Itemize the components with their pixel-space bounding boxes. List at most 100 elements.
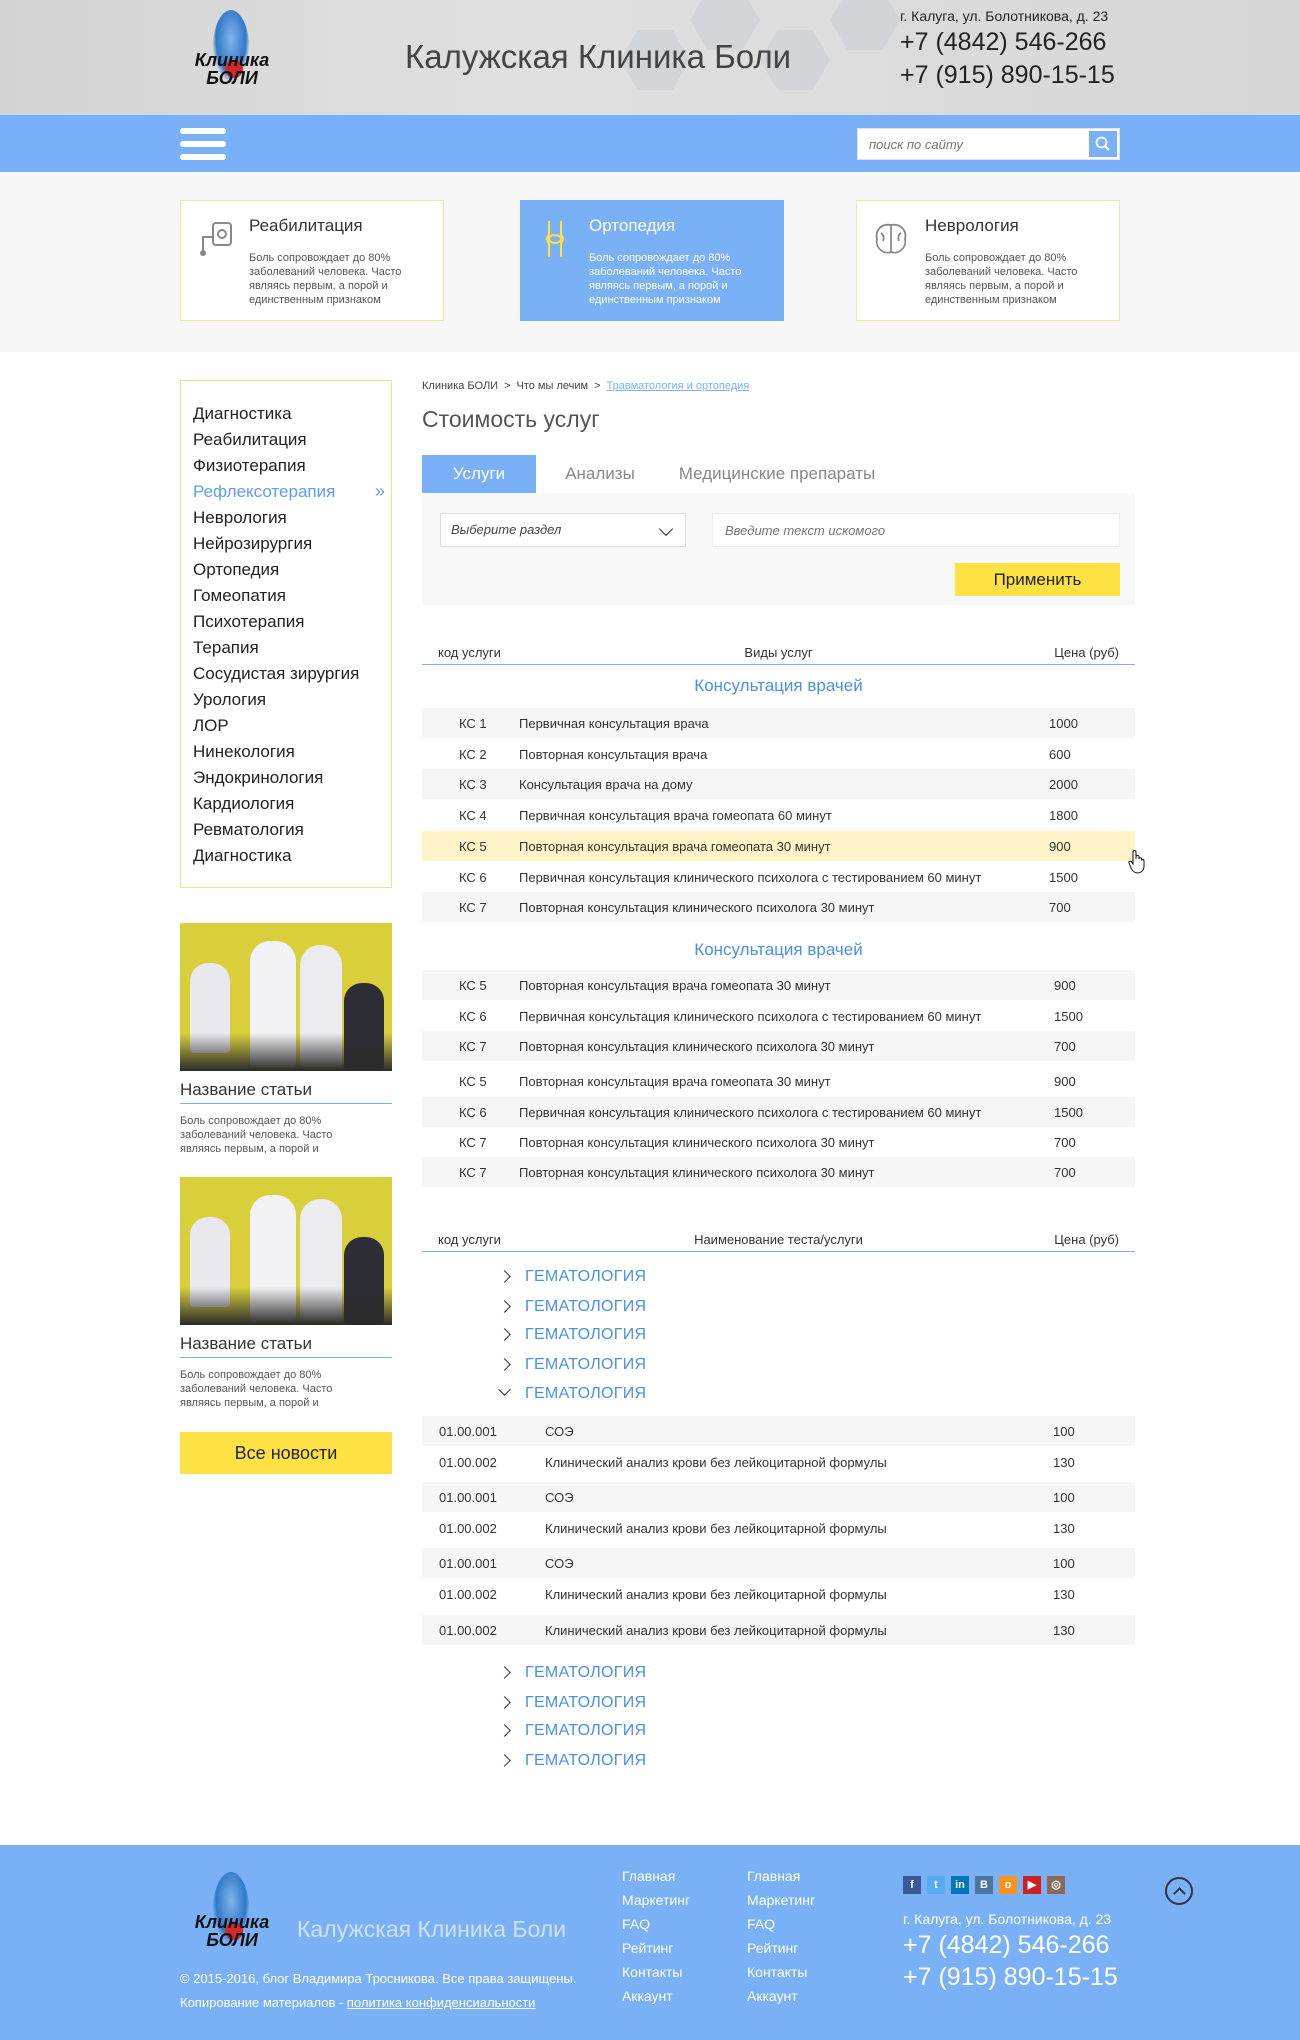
sidebar-item[interactable]: Неврология [181,505,391,531]
table-row[interactable]: 01.00.002 Клинический анализ крови без ле… [422,1447,1135,1477]
cell-name: СОЭ [545,1424,574,1439]
table-row[interactable]: КС 6 Первичная консультация клинического … [422,862,1135,892]
sidebar-item[interactable]: Урология [181,687,391,713]
odnoklassniki-icon[interactable]: о [999,1876,1017,1894]
search-input[interactable] [858,129,1088,159]
cell-price: 2000 [1049,777,1078,792]
footer-link[interactable]: FAQ [747,1916,815,1940]
sidebar-item[interactable]: Терапия [181,635,391,661]
footer-link[interactable]: Контакты [747,1964,815,1988]
sidebar-item[interactable]: Рефлексотерапия [181,478,391,505]
sidebar-item[interactable]: Диагностика [181,401,391,427]
sidebar-item[interactable]: Психотерапия [181,609,391,635]
chevron-right-icon [498,1666,511,1679]
article-title[interactable]: Название статьи [180,1080,392,1104]
vk-icon[interactable]: В [975,1876,993,1894]
footer-link[interactable]: Аккаунт [747,1988,815,2012]
linkedin-icon[interactable]: in [951,1876,969,1894]
youtube-icon[interactable]: ▶ [1023,1876,1041,1894]
table-row[interactable]: КС 6 Первичная консультация клинического … [422,1097,1135,1127]
table-row[interactable]: 01.00.001 СОЭ 100 [422,1416,1135,1446]
table-row[interactable]: КС 2 Повторная консультация врача 600 [422,739,1135,769]
sidebar-item[interactable]: Нинекология [181,739,391,765]
sidebar-item[interactable]: Реабилитация [181,427,391,453]
footer-link[interactable]: FAQ [622,1916,690,1940]
sidebar-item[interactable]: Кардиология [181,791,391,817]
table-row[interactable]: КС 7 Повторная консультация клинического … [422,1031,1135,1061]
all-news-button[interactable]: Все новости [180,1432,392,1474]
article-text: Боль сопровождает до 80% заболеваний чел… [180,1369,333,1409]
tab-services[interactable]: Услуги [422,455,536,493]
table-row[interactable]: КС 5 Повторная консультация врача гомеопа… [422,1066,1135,1096]
card-rehabilitation[interactable]: Реабилитация Боль сопровождает до 80% за… [180,200,444,321]
table-row[interactable]: 01.00.002 Клинический анализ крови без ле… [422,1615,1135,1645]
footer-phone[interactable]: +7 (4842) 546-266 [903,1931,1109,1960]
sidebar-item[interactable]: Гомеопатия [181,583,391,609]
sidebar-item[interactable]: Нейрозирургия [181,531,391,557]
table-row[interactable]: КС 5 Повторная консультация врача гомеопа… [422,831,1135,861]
table-row[interactable]: 01.00.001 СОЭ 100 [422,1548,1135,1578]
table-row[interactable]: КС 3 Консультация врача на дому 2000 [422,769,1135,799]
footer-link[interactable]: Главная [747,1868,815,1892]
sidebar-item[interactable]: Сосудистая зирургия [181,661,391,687]
article-title[interactable]: Название статьи [180,1334,392,1358]
footer-link[interactable]: Аккаунт [622,1988,690,2012]
cell-code: 01.00.002 [439,1455,497,1470]
table-row[interactable]: КС 7 Повторная консультация клинического … [422,1157,1135,1187]
footer-link[interactable]: Маркетинг [747,1892,815,1916]
facebook-icon[interactable]: f [903,1876,921,1894]
footer-logo[interactable]: Клиника БОЛИ [180,1872,284,1956]
sidebar-item[interactable]: Диагностика [181,843,391,869]
apply-button[interactable]: Применить [955,563,1120,596]
chevron-right-icon [498,1754,511,1767]
table-row[interactable]: КС 7 Повторная консультация клинического … [422,1127,1135,1157]
footer-link[interactable]: Маркетинг [622,1892,690,1916]
footer-link[interactable]: Контакты [622,1964,690,1988]
footer-link[interactable]: Рейтинг [622,1940,690,1964]
breadcrumb-link[interactable]: Что мы лечим [517,380,589,392]
table-row[interactable]: КС 1 Первичная консультация врача 1000 [422,708,1135,738]
table-row[interactable]: КС 4 Первичная консультация врача гомеопа… [422,800,1135,830]
table-row[interactable]: 01.00.002 Клинический анализ крови без ле… [422,1579,1135,1609]
article-image[interactable] [180,1177,392,1325]
cell-name: Первичная консультация клинического псих… [519,1105,982,1120]
menu-icon[interactable] [180,128,226,162]
card-orthopedics[interactable]: Ортопедия Боль сопровождает до 80% забол… [520,200,784,321]
breadcrumb-link[interactable]: Клиника БОЛИ [422,380,498,392]
table-row[interactable]: КС 7 Повторная консультация клинического … [422,892,1135,922]
tab-medicines[interactable]: Медицинские препараты [652,455,902,493]
footer-title: Калужская Клиника Боли [297,1916,567,1942]
logo[interactable]: Клиника БОЛИ [180,10,284,94]
section-select[interactable]: Выберите раздел [440,513,686,547]
cell-name: Повторная консультация врача гомеопата 3… [519,839,831,854]
search-text-input[interactable] [712,513,1120,547]
chevron-down-icon [498,1383,511,1396]
scroll-top-icon[interactable] [1165,1877,1193,1905]
privacy-link[interactable]: политика конфиденсиальности [347,1995,536,2010]
table-row[interactable]: КС 6 Первичная консультация клинического … [422,1001,1135,1031]
sidebar-item[interactable]: ЛОР [181,713,391,739]
footer-link[interactable]: Рейтинг [747,1940,815,1964]
table-row[interactable]: 01.00.002 Клинический анализ крови без ле… [422,1513,1135,1543]
instagram-icon[interactable]: ◎ [1047,1876,1065,1894]
article-image[interactable] [180,923,392,1071]
card-neurology[interactable]: Неврология Боль сопровождает до 80% забо… [856,200,1120,321]
logo-text: БОЛИ [206,1930,258,1950]
table-row[interactable]: КС 5 Повторная консультация врача гомеопа… [422,970,1135,1000]
footer-phone[interactable]: +7 (915) 890-15-15 [903,1963,1118,1992]
card-title: Реабилитация [249,216,363,235]
footer-link[interactable]: Главная [622,1868,690,1892]
header-phone[interactable]: +7 (915) 890-15-15 [900,61,1115,90]
tab-analyses[interactable]: Анализы [550,455,650,493]
sidebar-item[interactable]: Физиотерапия [181,453,391,479]
sidebar-item[interactable]: Эндокринология [181,765,391,791]
search-icon[interactable] [1089,131,1117,157]
breadcrumb-current[interactable]: Травматология и ортопедия [607,380,750,392]
twitter-icon[interactable]: t [927,1876,945,1894]
table-row[interactable]: 01.00.001 СОЭ 100 [422,1482,1135,1512]
table-header: код услуги Наименование теста/услуги Цена … [422,1224,1135,1252]
header-phone[interactable]: +7 (4842) 546-266 [900,28,1106,57]
cell-code: 01.00.001 [439,1490,497,1505]
sidebar-item[interactable]: Ревматология [181,817,391,843]
sidebar-item[interactable]: Ортопедия [181,557,391,583]
